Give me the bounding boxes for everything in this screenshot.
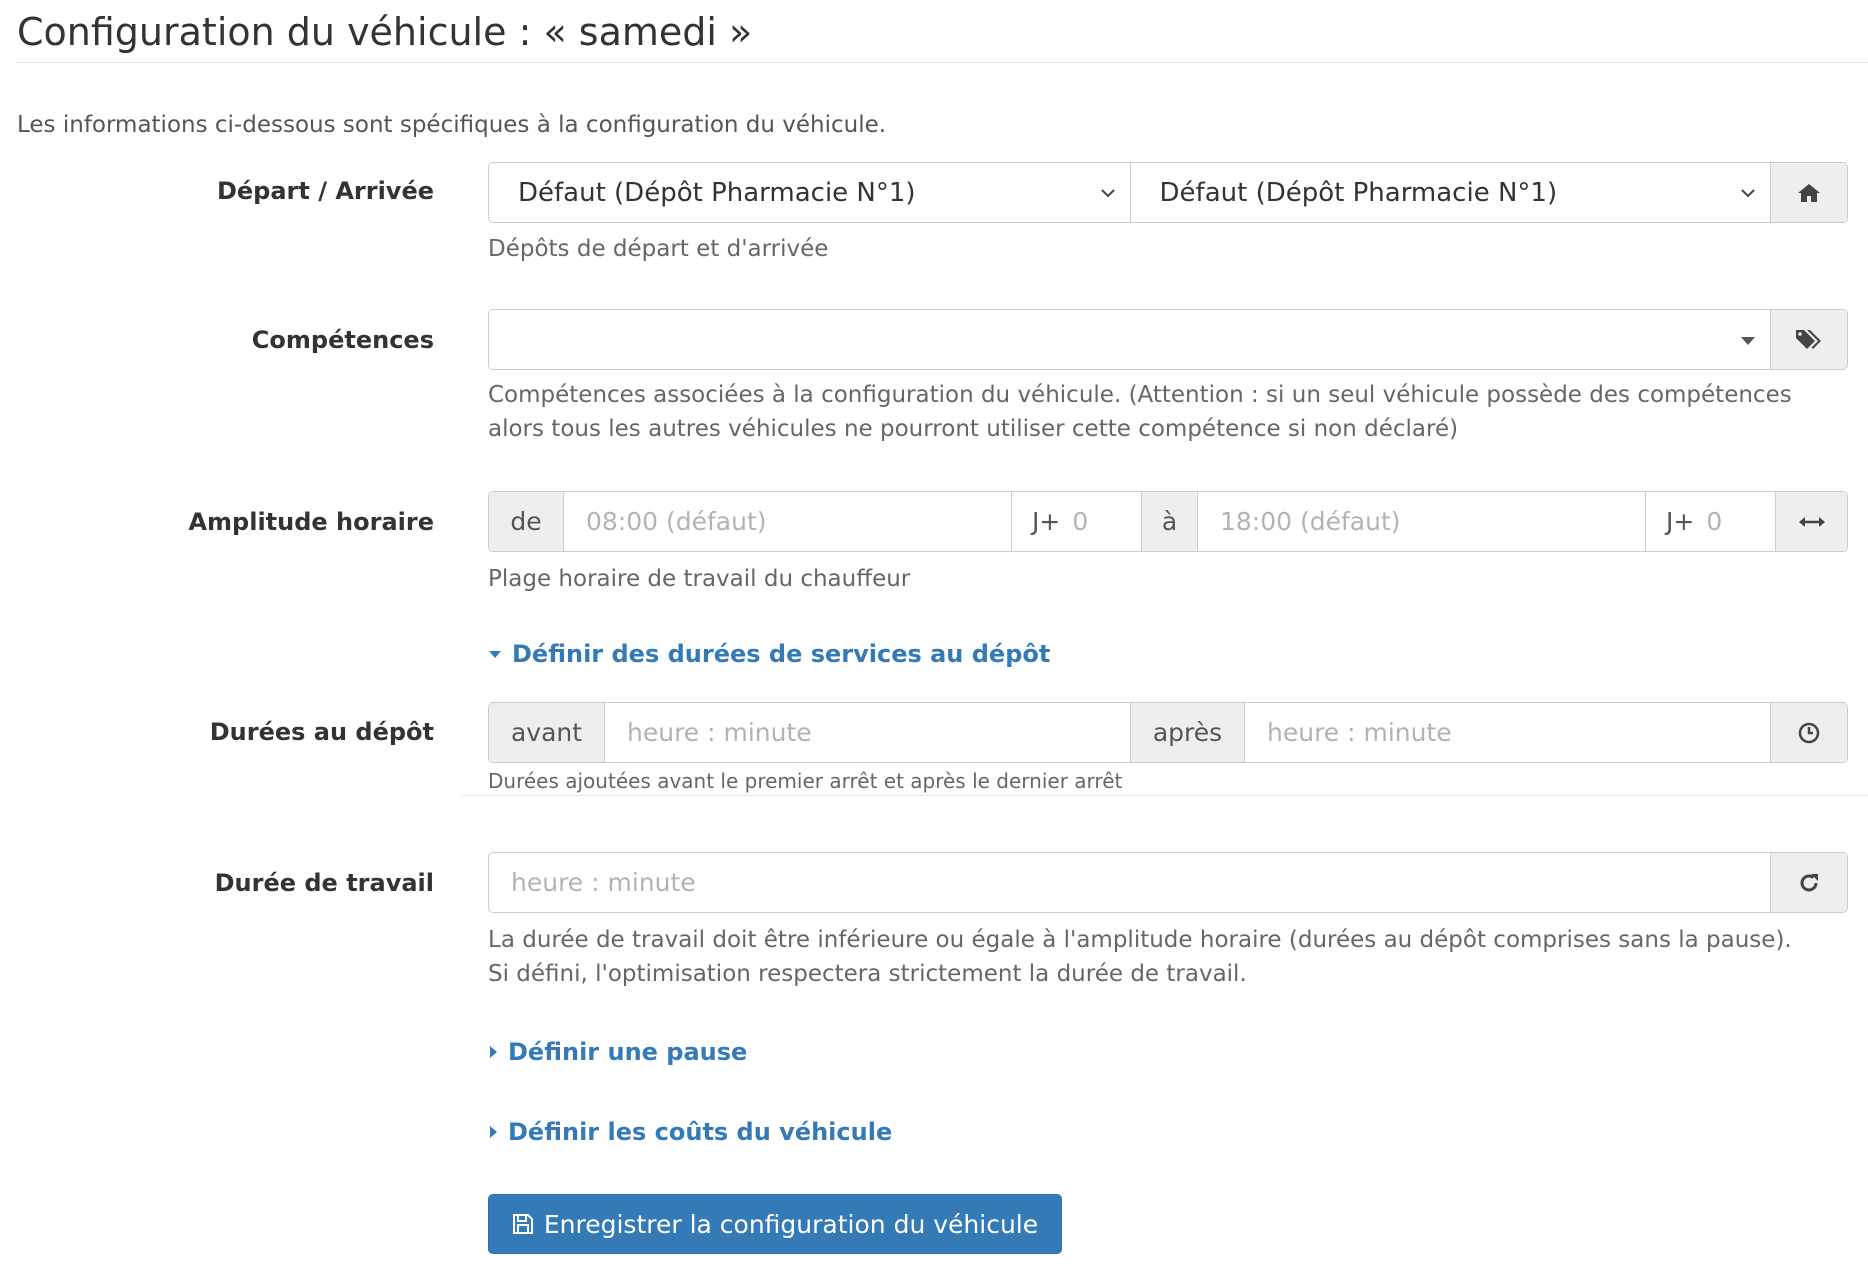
tags-icon — [1796, 329, 1821, 349]
depot-durations-help: Durées ajoutées avant le premier arrêt e… — [488, 769, 1123, 793]
title-divider — [17, 62, 1868, 63]
end-day-prefix: J+ — [1666, 507, 1695, 536]
time-window-button[interactable] — [1775, 492, 1847, 551]
start-day-placeholder: 0 — [1072, 507, 1089, 536]
skills-group — [488, 309, 1848, 370]
depot-after-addon: après — [1130, 703, 1244, 762]
pause-toggle-label: Définir une pause — [508, 1038, 748, 1066]
depot-after-input[interactable]: heure : minute — [1244, 703, 1770, 762]
departure-select-value: Défaut (Dépôt Pharmacie N°1) — [518, 177, 916, 208]
service-durations-toggle-label: Définir des durées de services au dépôt — [512, 640, 1051, 668]
section-divider — [461, 795, 1868, 796]
home-icon — [1798, 183, 1821, 202]
depot-durations-group: avant heure : minute après heure : minut… — [488, 702, 1848, 763]
skills-help: Compétences associées à la configuration… — [488, 382, 1792, 442]
intro-text: Les informations ci-dessous sont spécifi… — [17, 112, 887, 138]
departure-arrival-label: Départ / Arrivée — [216, 177, 434, 205]
clock-icon — [1798, 722, 1820, 743]
costs-toggle-label: Définir les coûts du véhicule — [508, 1118, 893, 1146]
chevron-down-icon — [1741, 189, 1755, 198]
time-window-end-input[interactable]: 18:00 (défaut) — [1197, 492, 1645, 551]
time-window-end-day-input[interactable]: J+ 0 — [1645, 492, 1775, 551]
work-duration-help-line1: La durée de travail doit être inférieure… — [488, 927, 1792, 953]
depot-home-button[interactable] — [1770, 163, 1847, 222]
time-window-help: Plage horaire de travail du chauffeur — [488, 566, 911, 592]
arrows-horizontal-icon — [1798, 516, 1825, 527]
work-duration-reset-button[interactable] — [1770, 853, 1847, 912]
departure-arrival-group: Défaut (Dépôt Pharmacie N°1) Défaut (Dép… — [488, 162, 1848, 223]
time-window-from-addon: de — [489, 492, 563, 551]
time-window-start-day-input[interactable]: J+ 0 — [1011, 492, 1141, 551]
depot-durations-label: Durées au dépôt — [209, 718, 434, 746]
work-duration-help-line2: Si défini, l'optimisation respectera str… — [488, 961, 1247, 987]
end-day-placeholder: 0 — [1706, 507, 1723, 536]
time-window-group: de 08:00 (défaut) J+ 0 à 18:00 (défaut) … — [488, 491, 1848, 552]
depot-before-input[interactable]: heure : minute — [604, 703, 1130, 762]
work-duration-input[interactable]: heure : minute — [489, 853, 1770, 912]
chevron-down-icon — [1100, 189, 1115, 198]
time-window-start-input[interactable]: 08:00 (défaut) — [563, 492, 1011, 551]
start-day-prefix: J+ — [1032, 507, 1061, 536]
caret-right-icon — [490, 1046, 497, 1058]
depot-durations-button[interactable] — [1770, 703, 1847, 762]
work-duration-label: Durée de travail — [214, 869, 434, 897]
depot-before-addon: avant — [489, 703, 604, 762]
pause-toggle[interactable]: Définir une pause — [488, 1038, 747, 1066]
departure-arrival-help: Dépôts de départ et d'arrivée — [488, 236, 829, 262]
arrival-select[interactable]: Défaut (Dépôt Pharmacie N°1) — [1129, 163, 1771, 222]
arrival-select-value: Défaut (Dépôt Pharmacie N°1) — [1159, 177, 1558, 208]
skills-label: Compétences — [251, 326, 434, 354]
work-duration-group: heure : minute — [488, 852, 1848, 913]
caret-right-icon — [490, 1126, 497, 1138]
save-configuration-label: Enregistrer la configuration du véhicule — [543, 1209, 1039, 1239]
time-window-to-addon: à — [1141, 492, 1197, 551]
skills-tags-button[interactable] — [1770, 310, 1847, 369]
floppy-disk-icon — [512, 1214, 533, 1234]
work-duration-help: La durée de travail doit être inférieure… — [488, 923, 1848, 991]
caret-down-icon — [489, 651, 501, 658]
service-durations-toggle[interactable]: Définir des durées de services au dépôt — [488, 640, 1050, 668]
caret-down-icon — [1741, 337, 1755, 345]
costs-toggle[interactable]: Définir les coûts du véhicule — [488, 1118, 892, 1146]
save-configuration-button[interactable]: Enregistrer la configuration du véhicule — [488, 1194, 1062, 1254]
refresh-icon — [1800, 873, 1818, 891]
skills-select[interactable] — [489, 310, 1770, 369]
time-window-label: Amplitude horaire — [188, 508, 434, 536]
page-title: Configuration du véhicule : « samedi » — [17, 10, 753, 54]
departure-select[interactable]: Défaut (Dépôt Pharmacie N°1) — [489, 163, 1130, 222]
